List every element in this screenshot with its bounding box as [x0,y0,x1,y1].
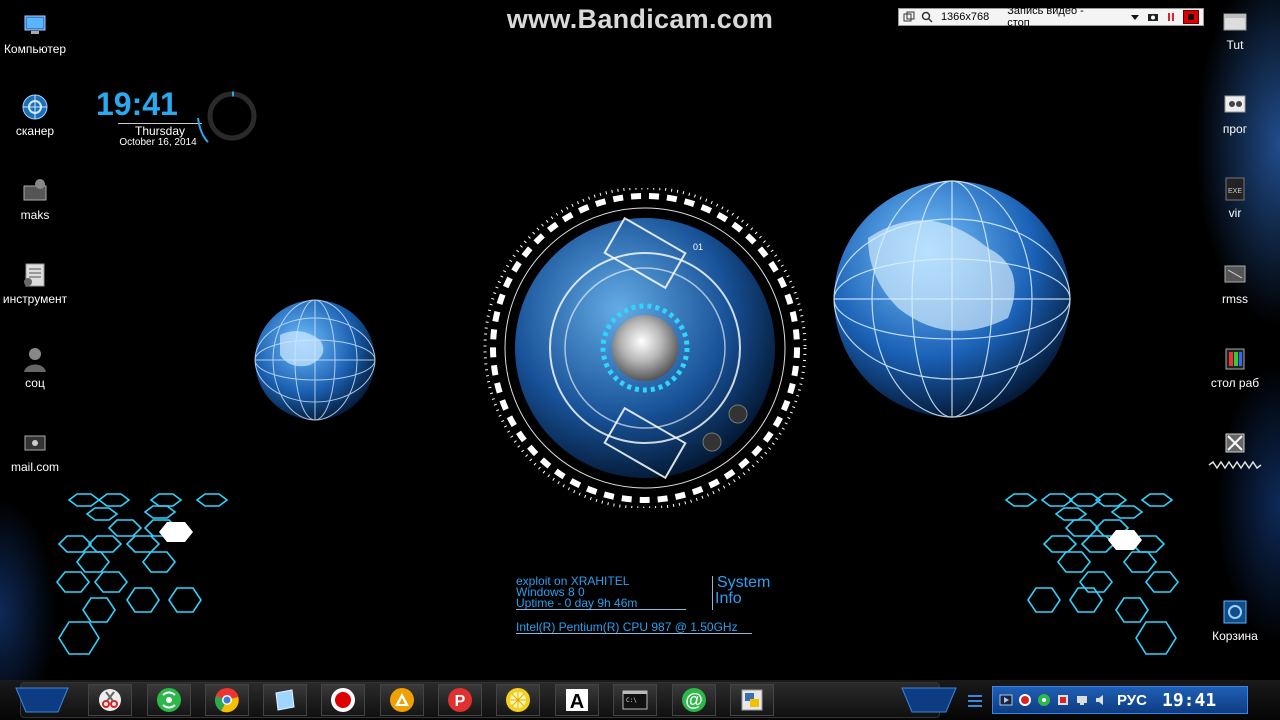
desktop-icon-prog[interactable]: прог [1195,90,1275,136]
scanner-icon [22,94,48,120]
globe-large-decoration [833,180,1071,418]
computer-icon [24,15,46,34]
sysinfo-cpu: Intel(R) Pentium(R) CPU 987 @ 1.50GHz [516,620,738,634]
central-hud-decoration: 01 [483,188,807,508]
desktop-icon-soc[interactable]: соц [0,344,75,390]
at-icon: @ [682,688,706,712]
tray-record-icon[interactable] [1018,693,1032,707]
taskbar-lemon-app[interactable] [496,684,540,716]
clock-dial-decoration [197,91,257,143]
taskbar-scissors-app[interactable] [88,684,132,716]
lemon-icon [506,688,530,712]
tray-media-icon[interactable] [999,693,1013,707]
camera-icon[interactable] [1147,11,1159,23]
record-icon [331,688,355,712]
svg-text:@: @ [685,690,703,710]
search-icon[interactable] [921,11,933,23]
tray-wifi-icon[interactable] [1037,693,1051,707]
tools-icon [1225,433,1245,453]
system-tray: РУС 19:41 [992,686,1248,714]
taskbar-record-app[interactable] [321,684,365,716]
menu-icon[interactable] [966,692,984,710]
globe-small-decoration [254,299,376,421]
hex-grid-right-decoration [1004,493,1180,655]
taskbar-font-app[interactable]: A [555,684,599,716]
folder-icon [23,179,47,201]
desktop-icon [1225,348,1245,370]
programs-icon [1224,95,1246,113]
window-icon [275,689,295,711]
hud-badge: 01 [693,242,703,252]
svg-text:C:\: C:\ [626,697,637,704]
tools-icon [24,263,45,287]
garbled-label-icon [1208,460,1262,470]
desktop-icon-unnamed[interactable] [1195,428,1275,470]
chrome-icon [215,688,239,713]
recorder-toolbar[interactable]: 1366x768 Запись видео - стоп [898,5,1204,29]
desktop-icon-mail[interactable]: mail.com [0,428,75,474]
clock-time: 19:41 [96,86,178,122]
tray-network-icon[interactable] [1075,693,1089,707]
exe-icon: EXE [1225,177,1245,201]
terminal-icon: C:\ [622,690,648,710]
desktop-icon-tools[interactable]: инструмент [0,260,75,306]
svg-text:EXE: EXE [1228,188,1242,195]
taskbar-mail-app[interactable]: @ [672,684,716,716]
scissors-icon [99,689,121,711]
pause-icon[interactable] [1165,11,1177,23]
sysinfo-uptime: Uptime - 0 day 9h 46m [516,596,638,610]
mail-icon [24,435,46,451]
desktop-icon-tut[interactable]: Tut [1195,6,1275,52]
user-icon [24,348,46,372]
dock-right-wing-decoration [901,687,957,713]
folder-icon [1223,13,1247,31]
taskbar-python-app[interactable] [730,684,774,716]
sysinfo-title-line2: Info [715,590,742,607]
window-mode-icon[interactable] [903,11,915,23]
sysinfo-divider-vertical [712,576,713,610]
desktop-icon-scanner[interactable]: сканер [0,92,75,138]
tray-device-icon[interactable] [1056,693,1070,707]
wifi-icon [157,688,181,712]
taskbar-explorer-app[interactable] [263,684,307,716]
sysinfo-divider-bottom [516,633,752,634]
taskbar-pinterest-app[interactable]: P [438,684,482,716]
letter-a-icon: A [566,689,588,713]
tray-volume-icon[interactable] [1094,693,1108,707]
desktop-icon-stol-rab[interactable]: стол раб [1195,344,1275,390]
tray-language[interactable]: РУС [1117,692,1147,709]
sysinfo-divider [516,609,686,610]
taskbar-network-app[interactable] [147,684,191,716]
svg-text:P: P [455,693,466,710]
tray-clock[interactable]: 19:41 [1162,690,1216,711]
recycle-bin-icon [1223,600,1247,624]
dropdown-icon[interactable] [1129,11,1141,23]
recording-resolution: 1366x768 [940,11,990,23]
taskbar-chrome-app[interactable] [205,684,249,716]
taskbar-media-app[interactable] [380,684,424,716]
desktop-icon-maks[interactable]: maks [0,176,75,222]
svg-text:A: A [570,691,584,713]
triangle-icon [390,688,414,712]
desktop-icon-computer[interactable]: Компьютер [0,10,75,56]
python-icon [741,689,763,711]
recording-status: Запись видео - стоп [1007,5,1084,29]
desktop-icon-rmss[interactable]: rmss [1195,260,1275,306]
desktop-icon-recycle-bin[interactable]: Корзина [1195,597,1275,643]
desktop-icon-vir[interactable]: EXE vir [1195,174,1275,220]
hex-grid-left-decoration [55,493,229,655]
taskbar-cmd-app[interactable]: C:\ [613,684,657,716]
folder-icon [1224,265,1246,283]
p-icon: P [448,688,472,712]
dock-left-wing-decoration [15,687,69,713]
